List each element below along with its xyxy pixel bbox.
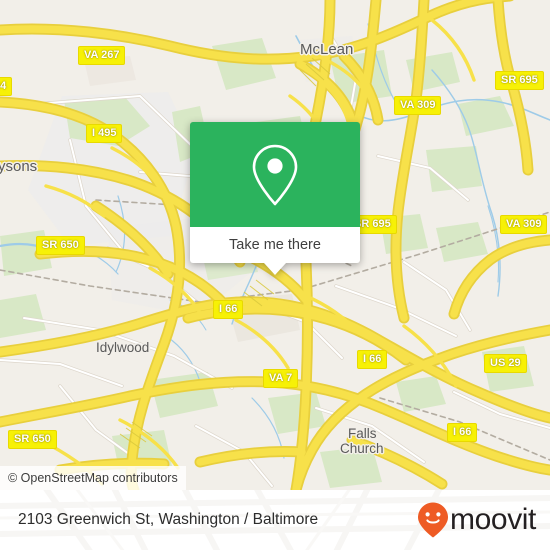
highway-shield-i495: I 495 xyxy=(86,124,123,143)
highway-shield-i66-e: I 66 xyxy=(447,423,478,442)
popup-card-tail xyxy=(264,263,286,275)
moovit-wordmark: moovit xyxy=(450,503,536,536)
highway-shield-i66-w: I 66 xyxy=(213,300,244,319)
highway-shield-va309-e: VA 309 xyxy=(500,215,548,234)
take-me-there-button[interactable]: Take me there xyxy=(190,227,360,263)
highway-shield-va7: VA 7 xyxy=(263,369,299,388)
map-pin-icon xyxy=(252,144,298,205)
popup-card-header xyxy=(190,122,360,227)
highway-shield-sr695-n: SR 695 xyxy=(495,71,544,90)
highway-shield-sr650-s: SR 650 xyxy=(8,430,57,449)
highway-shield-us29: US 29 xyxy=(484,354,527,373)
map-attribution: © OpenStreetMap contributors xyxy=(0,466,186,490)
highway-shield-sr650-w: SR 650 xyxy=(36,236,85,255)
footer-content: 2103 Greenwich St, Washington / Baltimor… xyxy=(0,490,550,550)
take-me-there-label: Take me there xyxy=(229,237,321,253)
moovit-pin-icon xyxy=(418,502,449,538)
address-title: 2103 Greenwich St, Washington / Baltimor… xyxy=(18,511,319,528)
highway-shield-va267: VA 267 xyxy=(78,46,126,65)
highway-shield-i66-c: I 66 xyxy=(357,350,388,369)
attribution-text: © OpenStreetMap contributors xyxy=(8,471,178,485)
highway-shield-va309-n: VA 309 xyxy=(394,96,442,115)
highway-shield-84: 84 xyxy=(0,77,13,96)
destination-popup-card[interactable]: Take me there xyxy=(190,122,360,275)
footer-bar: 2103 Greenwich St, Washington / Baltimor… xyxy=(0,490,550,550)
map-screen: .rd { fill:none; stroke:#f7e14a; stroke-… xyxy=(0,0,550,550)
moovit-brand[interactable]: moovit xyxy=(417,501,536,539)
